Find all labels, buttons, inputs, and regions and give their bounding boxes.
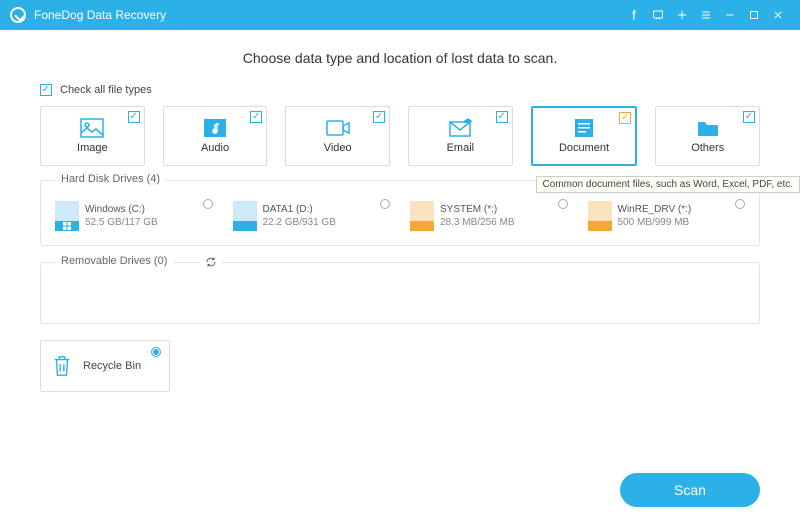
- type-label: Video: [324, 142, 352, 154]
- drive-icon: [55, 201, 79, 231]
- app-title: FoneDog Data Recovery: [34, 8, 166, 22]
- drive-item[interactable]: DATA1 (D:) 22.2 GB/931 GB: [233, 201, 391, 231]
- type-card-others[interactable]: ✓ Others: [655, 106, 760, 166]
- type-checkbox[interactable]: ✓: [373, 111, 385, 123]
- type-checkbox[interactable]: ✓: [496, 111, 508, 123]
- drive-icon: [410, 201, 434, 231]
- video-icon: [326, 118, 350, 138]
- drive-size: 52.5 GB/117 GB: [85, 217, 158, 228]
- type-card-audio[interactable]: ✓ Audio: [163, 106, 268, 166]
- drive-size: 28.3 MB/256 MB: [440, 217, 514, 228]
- folder-icon: [696, 118, 720, 138]
- minimize-button[interactable]: [718, 3, 742, 27]
- maximize-button[interactable]: [742, 3, 766, 27]
- file-type-grid: ✓ Image ✓ Audio ✓ Video ✓ Email ✓ Docume…: [40, 106, 760, 166]
- drive-radio[interactable]: [203, 199, 213, 209]
- app-logo-icon: [10, 7, 26, 23]
- type-label: Others: [691, 142, 724, 154]
- drive-item[interactable]: SYSTEM (*:) 28.3 MB/256 MB: [410, 201, 568, 231]
- type-checkbox[interactable]: ✓: [250, 111, 262, 123]
- document-tooltip: Common document files, such as Word, Exc…: [536, 176, 800, 193]
- email-icon: [448, 118, 472, 138]
- type-card-image[interactable]: ✓ Image: [40, 106, 145, 166]
- drive-icon: [588, 201, 612, 231]
- drive-radio[interactable]: [735, 199, 745, 209]
- type-checkbox[interactable]: ✓: [743, 111, 755, 123]
- recycle-bin-card[interactable]: Recycle Bin: [40, 340, 170, 392]
- type-card-document[interactable]: ✓ Document: [531, 106, 638, 166]
- type-label: Audio: [201, 142, 229, 154]
- trash-icon: [51, 354, 73, 378]
- drive-size: 500 MB/999 MB: [618, 217, 692, 228]
- type-checkbox[interactable]: ✓: [619, 112, 631, 124]
- type-label: Image: [77, 142, 108, 154]
- type-label: Email: [447, 142, 475, 154]
- type-label: Document: [559, 142, 609, 154]
- drive-size: 22.2 GB/931 GB: [263, 217, 336, 228]
- menu-icon[interactable]: [694, 3, 718, 27]
- drive-name: SYSTEM (*:): [440, 204, 514, 215]
- image-icon: [80, 118, 104, 138]
- drive-radio[interactable]: [558, 199, 568, 209]
- drive-name: DATA1 (D:): [263, 204, 336, 215]
- type-card-video[interactable]: ✓ Video: [285, 106, 390, 166]
- removable-group: Removable Drives (0): [40, 262, 760, 324]
- check-all-types[interactable]: ✓ Check all file types: [40, 84, 760, 96]
- scan-button[interactable]: Scan: [620, 473, 760, 507]
- removable-group-title: Removable Drives (0): [55, 255, 173, 267]
- recycle-label: Recycle Bin: [83, 360, 141, 372]
- drive-name: Windows (C:): [85, 204, 158, 215]
- audio-icon: [203, 118, 227, 138]
- feedback-icon[interactable]: [646, 3, 670, 27]
- type-card-email[interactable]: ✓ Email: [408, 106, 513, 166]
- drive-icon: [233, 201, 257, 231]
- hdd-group-title: Hard Disk Drives (4): [55, 173, 166, 185]
- check-all-label: Check all file types: [60, 84, 152, 96]
- plus-icon[interactable]: [670, 3, 694, 27]
- drive-radio[interactable]: [380, 199, 390, 209]
- page-heading: Choose data type and location of lost da…: [40, 50, 760, 66]
- close-button[interactable]: [766, 3, 790, 27]
- drive-name: WinRE_DRV (*:): [618, 204, 692, 215]
- recycle-radio[interactable]: [151, 347, 161, 357]
- titlebar: FoneDog Data Recovery f: [0, 0, 800, 30]
- drive-item[interactable]: Windows (C:) 52.5 GB/117 GB: [55, 201, 213, 231]
- document-icon: [572, 118, 596, 138]
- drive-item[interactable]: WinRE_DRV (*:) 500 MB/999 MB: [588, 201, 746, 231]
- check-all-checkbox[interactable]: ✓: [40, 84, 52, 96]
- refresh-button[interactable]: [201, 255, 221, 273]
- facebook-icon[interactable]: f: [622, 3, 646, 27]
- type-checkbox[interactable]: ✓: [128, 111, 140, 123]
